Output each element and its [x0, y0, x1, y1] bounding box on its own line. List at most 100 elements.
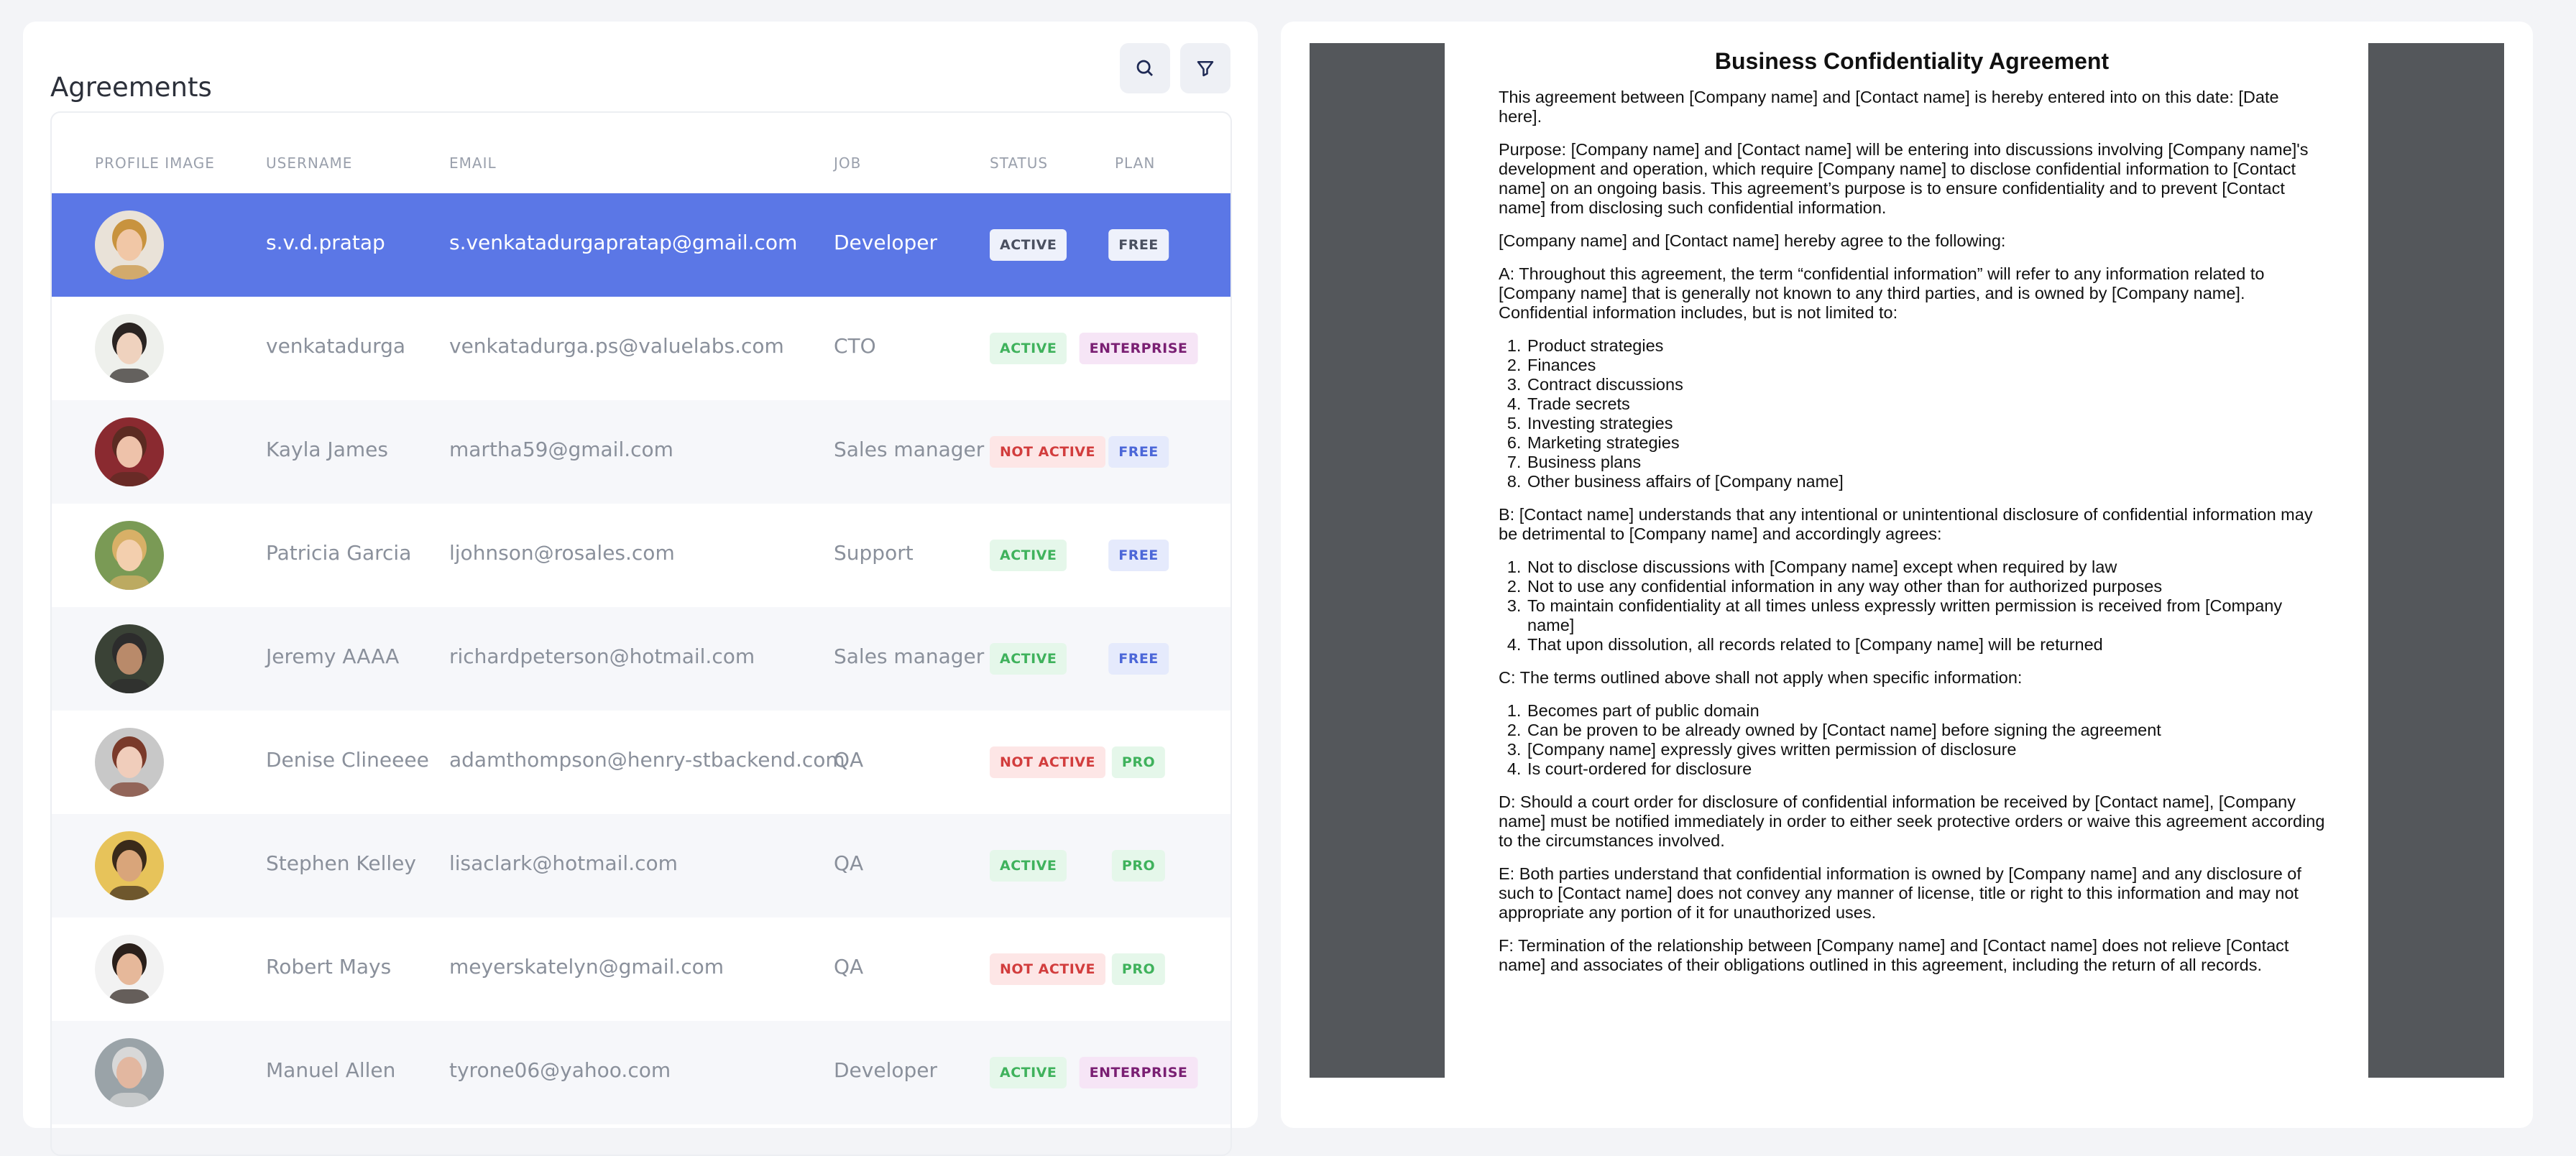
status-badge: NOT ACTIVE: [990, 953, 1105, 985]
status-badge: ACTIVE: [990, 229, 1067, 261]
job-cell: Sales manager: [834, 644, 985, 668]
email-cell: adamthompson@henry-stbackend.com: [449, 748, 845, 772]
avatar: [95, 521, 164, 590]
filter-button[interactable]: [1180, 43, 1230, 93]
list-item: Other business affairs of [Company name]: [1526, 472, 2325, 491]
list-item: Product strategies: [1526, 336, 2325, 356]
email-cell: s.venkatadurgapratap@gmail.com: [449, 231, 798, 254]
avatar: [95, 1038, 164, 1107]
status-badge: NOT ACTIVE: [990, 436, 1105, 468]
email-cell: tyrone06@yahoo.com: [449, 1058, 671, 1082]
page-title: Agreements: [50, 72, 212, 103]
status-badge: ACTIVE: [990, 850, 1067, 882]
list-item: Can be proven to be already owned by [Co…: [1526, 721, 2325, 740]
avatar: [95, 417, 164, 486]
plan-badge: FREE: [1108, 643, 1169, 675]
table-row[interactable]: venkatadurga venkatadurga.ps@valuelabs.c…: [52, 297, 1230, 400]
email-cell: ljohnson@rosales.com: [449, 541, 675, 565]
col-profile-image[interactable]: PROFILE IMAGE: [95, 154, 215, 172]
search-icon: [1136, 60, 1153, 76]
section-c: C: The terms outlined above shall not ap…: [1499, 668, 2023, 687]
document-page: Business Confidentiality Agreement This …: [1445, 43, 2368, 1078]
table-row[interactable]: Denise Clineeee adamthompson@henry-stbac…: [52, 711, 1230, 814]
username-cell: Robert Mays: [266, 955, 392, 979]
list-item: Not to use any confidential information …: [1526, 577, 2325, 596]
search-button[interactable]: [1120, 43, 1170, 93]
list-item: Is court-ordered for disclosure: [1526, 759, 2325, 779]
email-cell: meyerskatelyn@gmail.com: [449, 955, 724, 979]
list-item: Finances: [1526, 356, 2325, 375]
col-username[interactable]: USERNAME: [266, 154, 352, 172]
status-badge: ACTIVE: [990, 540, 1067, 571]
username-cell: Denise Clineeee: [266, 748, 429, 772]
document-content: Business Confidentiality Agreement This …: [1499, 43, 2325, 989]
username-cell: Jeremy AAAA: [266, 644, 400, 668]
username-cell: Patricia Garcia: [266, 541, 412, 565]
job-cell: Support: [834, 541, 914, 565]
username-cell: Stephen Kelley: [266, 851, 416, 875]
list-item: Contract discussions: [1526, 375, 2325, 394]
document-title: Business Confidentiality Agreement: [1714, 48, 2110, 74]
email-cell: richardpeterson@hotmail.com: [449, 644, 755, 668]
avatar: [95, 314, 164, 383]
list-item: Business plans: [1526, 453, 2325, 472]
list-b: Not to disclose discussions with [Compan…: [1499, 558, 2325, 655]
table-row[interactable]: Patricia Garcia ljohnson@rosales.com Sup…: [52, 504, 1230, 607]
table-row[interactable]: s.v.d.pratap s.venkatadurgapratap@gmail.…: [52, 193, 1230, 297]
table-row[interactable]: Manuel Allen tyrone06@yahoo.com Develope…: [52, 1021, 1230, 1124]
plan-badge: PRO: [1111, 850, 1166, 882]
col-email[interactable]: EMAIL: [449, 154, 497, 172]
col-job[interactable]: JOB: [834, 154, 861, 172]
email-cell: martha59@gmail.com: [449, 438, 673, 461]
username-cell: s.v.d.pratap: [266, 231, 385, 254]
document-agree: [Company name] and [Contact name] hereby…: [1499, 231, 2006, 250]
list-item: Not to disclose discussions with [Compan…: [1526, 558, 2325, 577]
table-row[interactable]: Jeremy AAAA richardpeterson@hotmail.com …: [52, 607, 1230, 711]
table-row[interactable]: Stephen Kelley lisaclark@hotmail.com QA …: [52, 814, 1230, 917]
job-cell: QA: [834, 955, 864, 979]
status-badge: ACTIVE: [990, 643, 1067, 675]
col-plan[interactable]: PLAN: [1115, 154, 1155, 172]
plan-badge: FREE: [1108, 229, 1169, 261]
plan-badge: ENTERPRISE: [1079, 333, 1198, 364]
avatar: [95, 211, 164, 279]
avatar: [95, 935, 164, 1004]
job-cell: Sales manager: [834, 438, 985, 461]
section-e: E: Both parties understand that confiden…: [1499, 864, 2301, 922]
list-c: Becomes part of public domainCan be prov…: [1499, 701, 2325, 779]
table-row[interactable]: Robert Mays meyerskatelyn@gmail.com QA N…: [52, 917, 1230, 1021]
job-cell: CTO: [834, 334, 876, 358]
status-badge: ACTIVE: [990, 1057, 1067, 1088]
document-purpose: Purpose: [Company name] and [Contact nam…: [1499, 140, 2309, 217]
email-cell: venkatadurga.ps@valuelabs.com: [449, 334, 784, 358]
avatar: [95, 831, 164, 900]
document-viewer[interactable]: Business Confidentiality Agreement This …: [1310, 43, 2504, 1078]
plan-badge: PRO: [1111, 953, 1166, 985]
list-item: Marketing strategies: [1526, 433, 2325, 453]
plan-badge: ENTERPRISE: [1079, 1057, 1198, 1088]
section-a: A: Throughout this agreement, the term “…: [1499, 264, 2265, 322]
filter-icon: [1197, 61, 1214, 77]
list-item: To maintain confidentiality at all times…: [1526, 596, 2325, 635]
table-header: PROFILE IMAGE USERNAME EMAIL JOB STATUS …: [52, 113, 1230, 193]
status-badge: ACTIVE: [990, 333, 1067, 364]
email-cell: lisaclark@hotmail.com: [449, 851, 678, 875]
col-status[interactable]: STATUS: [990, 154, 1048, 172]
list-item: [Company name] expressly gives written p…: [1526, 740, 2325, 759]
avatar: [95, 728, 164, 797]
table-row[interactable]: Kayla James martha59@gmail.com Sales man…: [52, 400, 1230, 504]
list-item: Trade secrets: [1526, 394, 2325, 414]
username-cell: Manuel Allen: [266, 1058, 396, 1082]
plan-badge: FREE: [1108, 540, 1169, 571]
list-item: That upon dissolution, all records relat…: [1526, 635, 2325, 655]
list-item: Investing strategies: [1526, 414, 2325, 433]
job-cell: QA: [834, 851, 864, 875]
document-intro: This agreement between [Company name] an…: [1499, 88, 2279, 126]
section-d: D: Should a court order for disclosure o…: [1499, 792, 2325, 850]
job-cell: Developer: [834, 1058, 938, 1082]
plan-badge: FREE: [1108, 436, 1169, 468]
agreements-panel: Agreements PROFILE IMAGE USERNAME EMAIL …: [23, 22, 1258, 1156]
username-cell: venkatadurga: [266, 334, 406, 358]
avatar: [95, 624, 164, 693]
agreements-table: PROFILE IMAGE USERNAME EMAIL JOB STATUS …: [50, 111, 1232, 1156]
